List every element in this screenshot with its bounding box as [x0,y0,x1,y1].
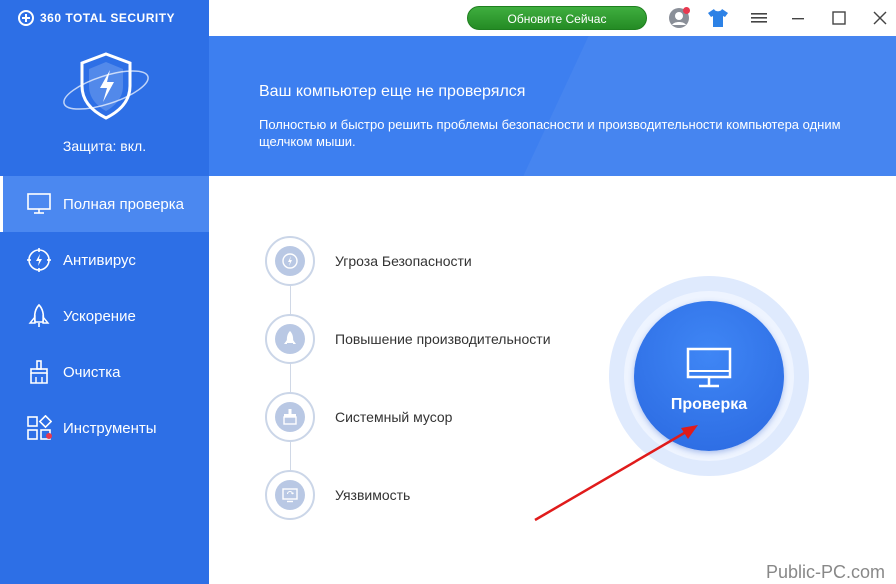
notification-dot [683,7,690,14]
sidebar-item-full-scan[interactable]: Полная проверка [0,176,209,232]
sidebar-item-label: Антивирус [63,251,136,269]
monitor-icon [686,347,732,394]
sidebar-item-label: Ускорение [63,307,136,325]
sidebar-item-tools[interactable]: Инструменты [0,400,209,456]
sidebar-item-label: Полная проверка [63,195,184,213]
protection-status: Защита: вкл. [62,138,147,154]
sidebar: 360 TOTAL SECURITY Защита: вкл. Полная п… [0,0,209,584]
checklist-item-threat: Угроза Безопасности [265,236,472,286]
checklist-item-vulnerability: Уязвимость [265,470,410,520]
maximize-icon[interactable] [828,7,850,29]
banner-decoration [495,36,896,176]
scan-button[interactable]: Проверка [634,301,784,451]
rocket-icon [26,303,52,329]
checklist-label: Уязвимость [335,487,411,503]
title-bar: Обновите Сейчас [209,0,896,36]
scan-button-label: Проверка [670,396,748,413]
minimize-icon[interactable] [787,7,809,29]
checklist-item-junk: Системный мусор [265,392,452,442]
monitor-icon [26,191,52,217]
threat-icon [275,246,305,276]
broom-icon [275,402,305,432]
sidebar-item-label: Инструменты [63,419,157,437]
close-icon[interactable] [869,7,891,29]
shield-icon [58,50,154,124]
checklist-label: Повышение производительности [335,331,551,347]
sidebar-item-cleanup[interactable]: Очистка [0,344,209,400]
menu-icon[interactable] [748,7,770,29]
brand-logo: 360 TOTAL SECURITY [18,8,175,28]
antivirus-icon [26,247,52,273]
tshirt-skin-icon[interactable] [707,7,729,29]
sidebar-item-label: Очистка [63,363,121,381]
vulnerability-icon [275,480,305,510]
checklist-label: Угроза Безопасности [335,253,472,269]
brand-name: 360 TOTAL SECURITY [40,11,176,25]
update-now-button[interactable]: Обновите Сейчас [467,6,647,30]
checklist-label: Системный мусор [335,409,453,425]
user-avatar-icon[interactable] [668,7,690,29]
checklist-item-performance: Повышение производительности [265,314,551,364]
broom-icon [26,359,52,385]
status-banner: Ваш компьютер еще не проверялся Полность… [209,36,896,176]
notification-dot [46,433,52,439]
sidebar-item-speedup[interactable]: Ускорение [0,288,209,344]
rocket-icon [275,324,305,354]
sidebar-item-antivirus[interactable]: Антивирус [0,232,209,288]
watermark: Public-PC.com [766,562,886,582]
banner-title: Ваш компьютер еще не проверялся [259,83,526,100]
banner-description: Полностью и быстро решить проблемы безоп… [259,117,841,149]
sidebar-nav: Полная проверка Антивирус Ускорение Очис… [0,176,209,456]
brand-plus-icon [18,10,34,26]
tools-grid-icon [26,415,52,441]
